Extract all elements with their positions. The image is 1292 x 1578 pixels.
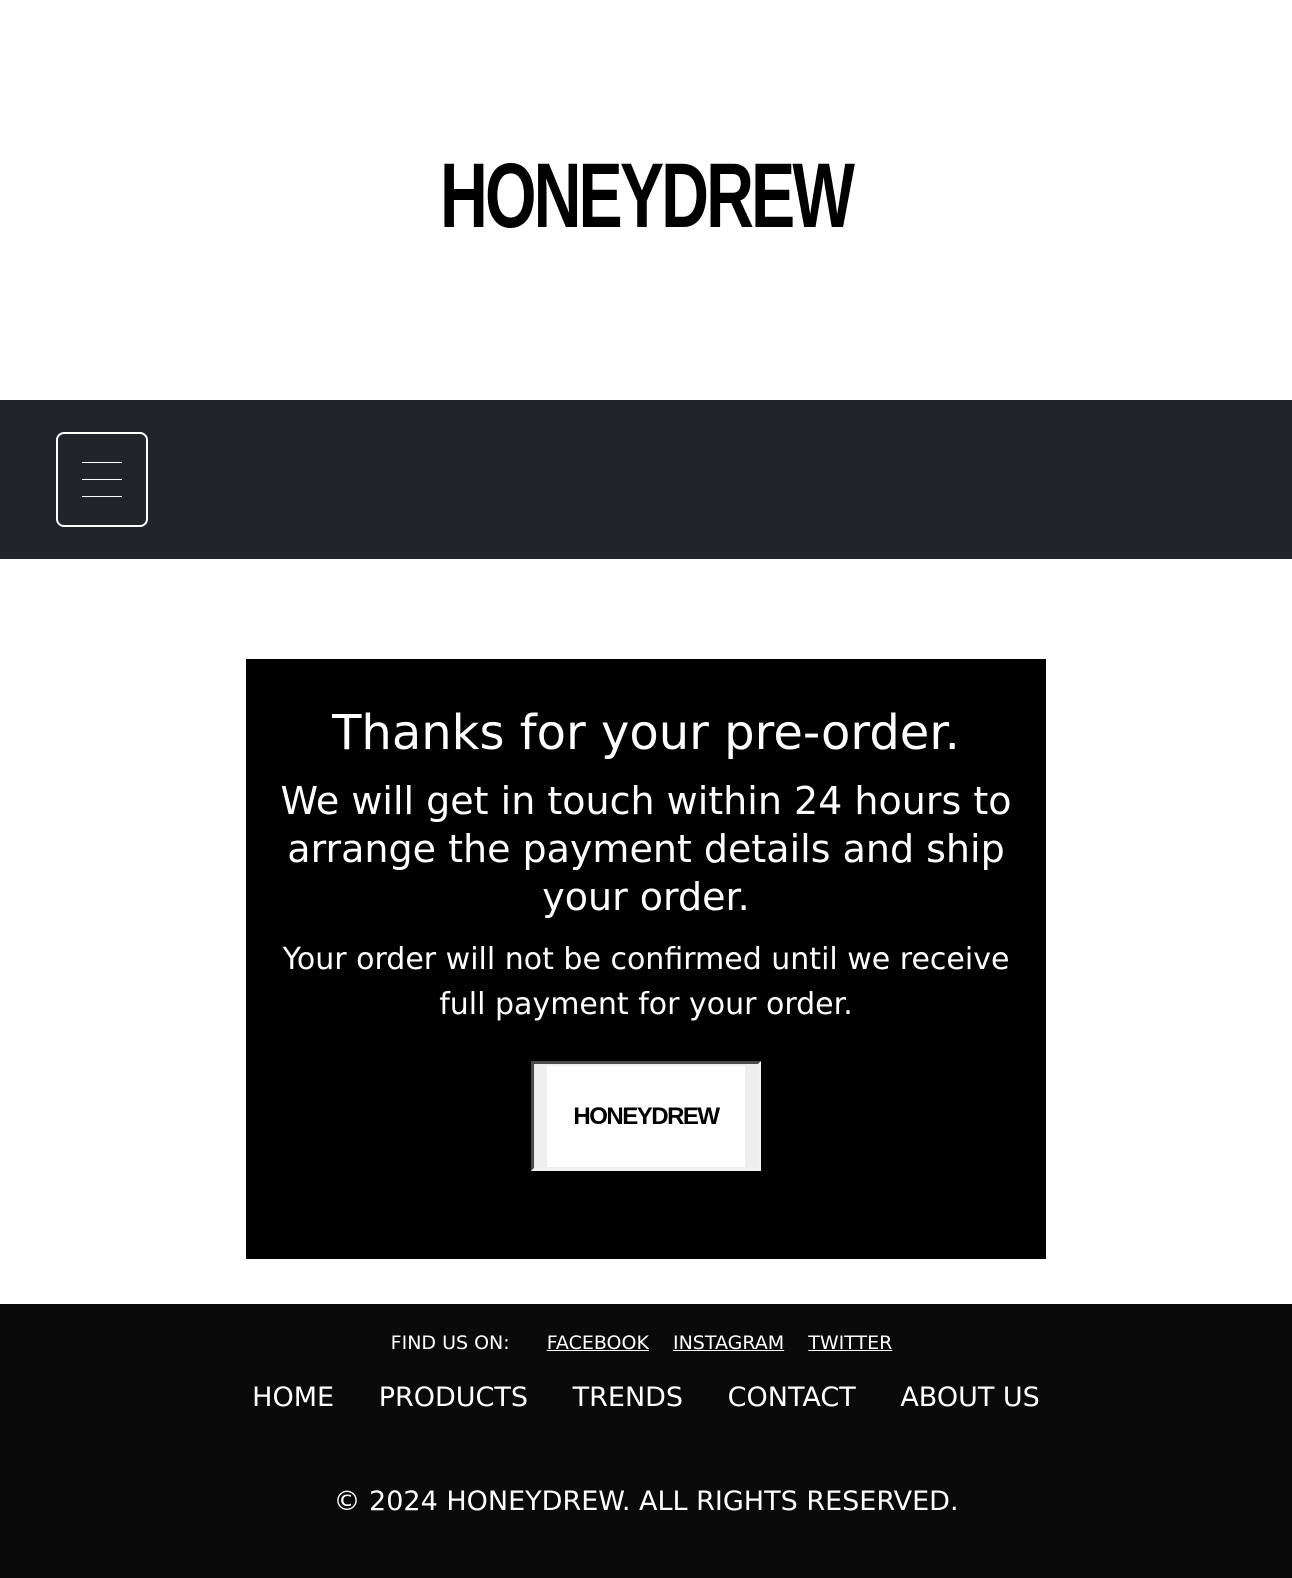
site-logo[interactable]: HONEYDREW <box>181 150 1111 242</box>
logo-button[interactable]: HONEYDREW <box>531 1061 761 1171</box>
confirmation-title: Thanks for your pre-order. <box>332 705 960 761</box>
logo-button-face: HONEYDREW <box>547 1066 745 1167</box>
confirmation-subtitle: We will get in touch within 24 hours to … <box>280 779 1012 919</box>
social-links-row: FIND US ON: FACEBOOK INSTAGRAM TWITTER <box>0 1328 1292 1358</box>
footer-nav-contact[interactable]: CONTACT <box>728 1382 856 1413</box>
site-footer: FIND US ON: FACEBOOK INSTAGRAM TWITTER H… <box>0 1304 1292 1578</box>
confirmation-panel: Thanks for your pre-order. We will get i… <box>246 659 1046 1259</box>
footer-nav-about-us[interactable]: ABOUT US <box>900 1382 1040 1413</box>
footer-nav-products[interactable]: PRODUCTS <box>379 1382 528 1413</box>
footer-nav-trends[interactable]: TRENDS <box>573 1382 683 1413</box>
footer-nav: HOME PRODUCTS TRENDS CONTACT ABOUT US <box>0 1378 1292 1418</box>
confirmation-notice: Your order will not be confirmed until w… <box>282 942 1010 1022</box>
find-us-label: FIND US ON: <box>390 1332 510 1354</box>
hamburger-menu-button[interactable] <box>56 432 148 527</box>
copyright-text: © 2024 HONEYDREW. ALL RIGHTS RESERVED. <box>333 1486 959 1517</box>
site-header: HONEYDREW <box>0 0 1292 400</box>
facebook-link[interactable]: FACEBOOK <box>547 1332 649 1354</box>
twitter-link[interactable]: TWITTER <box>808 1332 892 1354</box>
footer-nav-home[interactable]: HOME <box>252 1382 334 1413</box>
instagram-link[interactable]: INSTAGRAM <box>673 1332 784 1354</box>
navbar <box>0 400 1292 559</box>
logo-button-label: HONEYDREW <box>573 1103 720 1130</box>
